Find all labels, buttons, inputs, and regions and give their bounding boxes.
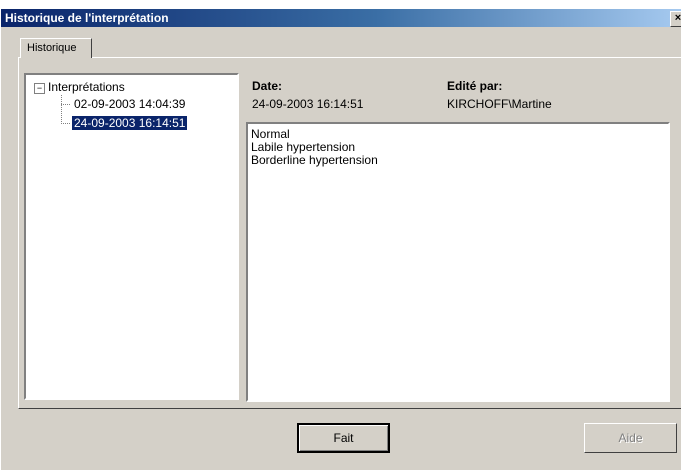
done-button[interactable]: Fait xyxy=(297,423,390,453)
tree-connector-line xyxy=(61,104,70,105)
tree-connector-line xyxy=(61,123,70,124)
tab-historique-label: Historique xyxy=(27,42,77,54)
title-bar[interactable]: Historique de l'interprétation × xyxy=(1,9,681,27)
tree-connector-line xyxy=(61,95,62,124)
note-line: Borderline hypertension xyxy=(251,153,378,167)
interpretation-text-area[interactable]: Normal Labile hypertension Borderline hy… xyxy=(246,122,670,402)
date-value: 24-09-2003 16:14:51 xyxy=(252,97,364,111)
tab-historique[interactable]: Historique xyxy=(20,38,92,58)
tree-item-interpretation[interactable]: 02-09-2003 14:04:39 xyxy=(72,97,187,111)
date-label: Date: xyxy=(252,79,283,93)
tree-root-interpretations[interactable]: Interprétations xyxy=(48,80,125,94)
help-button[interactable]: Aide xyxy=(584,423,677,453)
editor-value: KIRCHOFF\Martine xyxy=(447,97,552,111)
editor-label: Edité par: xyxy=(447,79,503,93)
window-title: Historique de l'interprétation xyxy=(5,11,169,25)
interpretation-tree[interactable]: − Interprétations 02-09-2003 14:04:39 24… xyxy=(24,73,239,400)
collapse-toggle-icon[interactable]: − xyxy=(34,83,45,94)
close-button[interactable]: × xyxy=(670,11,681,27)
tree-item-interpretation-selected[interactable]: 24-09-2003 16:14:51 xyxy=(72,116,188,130)
